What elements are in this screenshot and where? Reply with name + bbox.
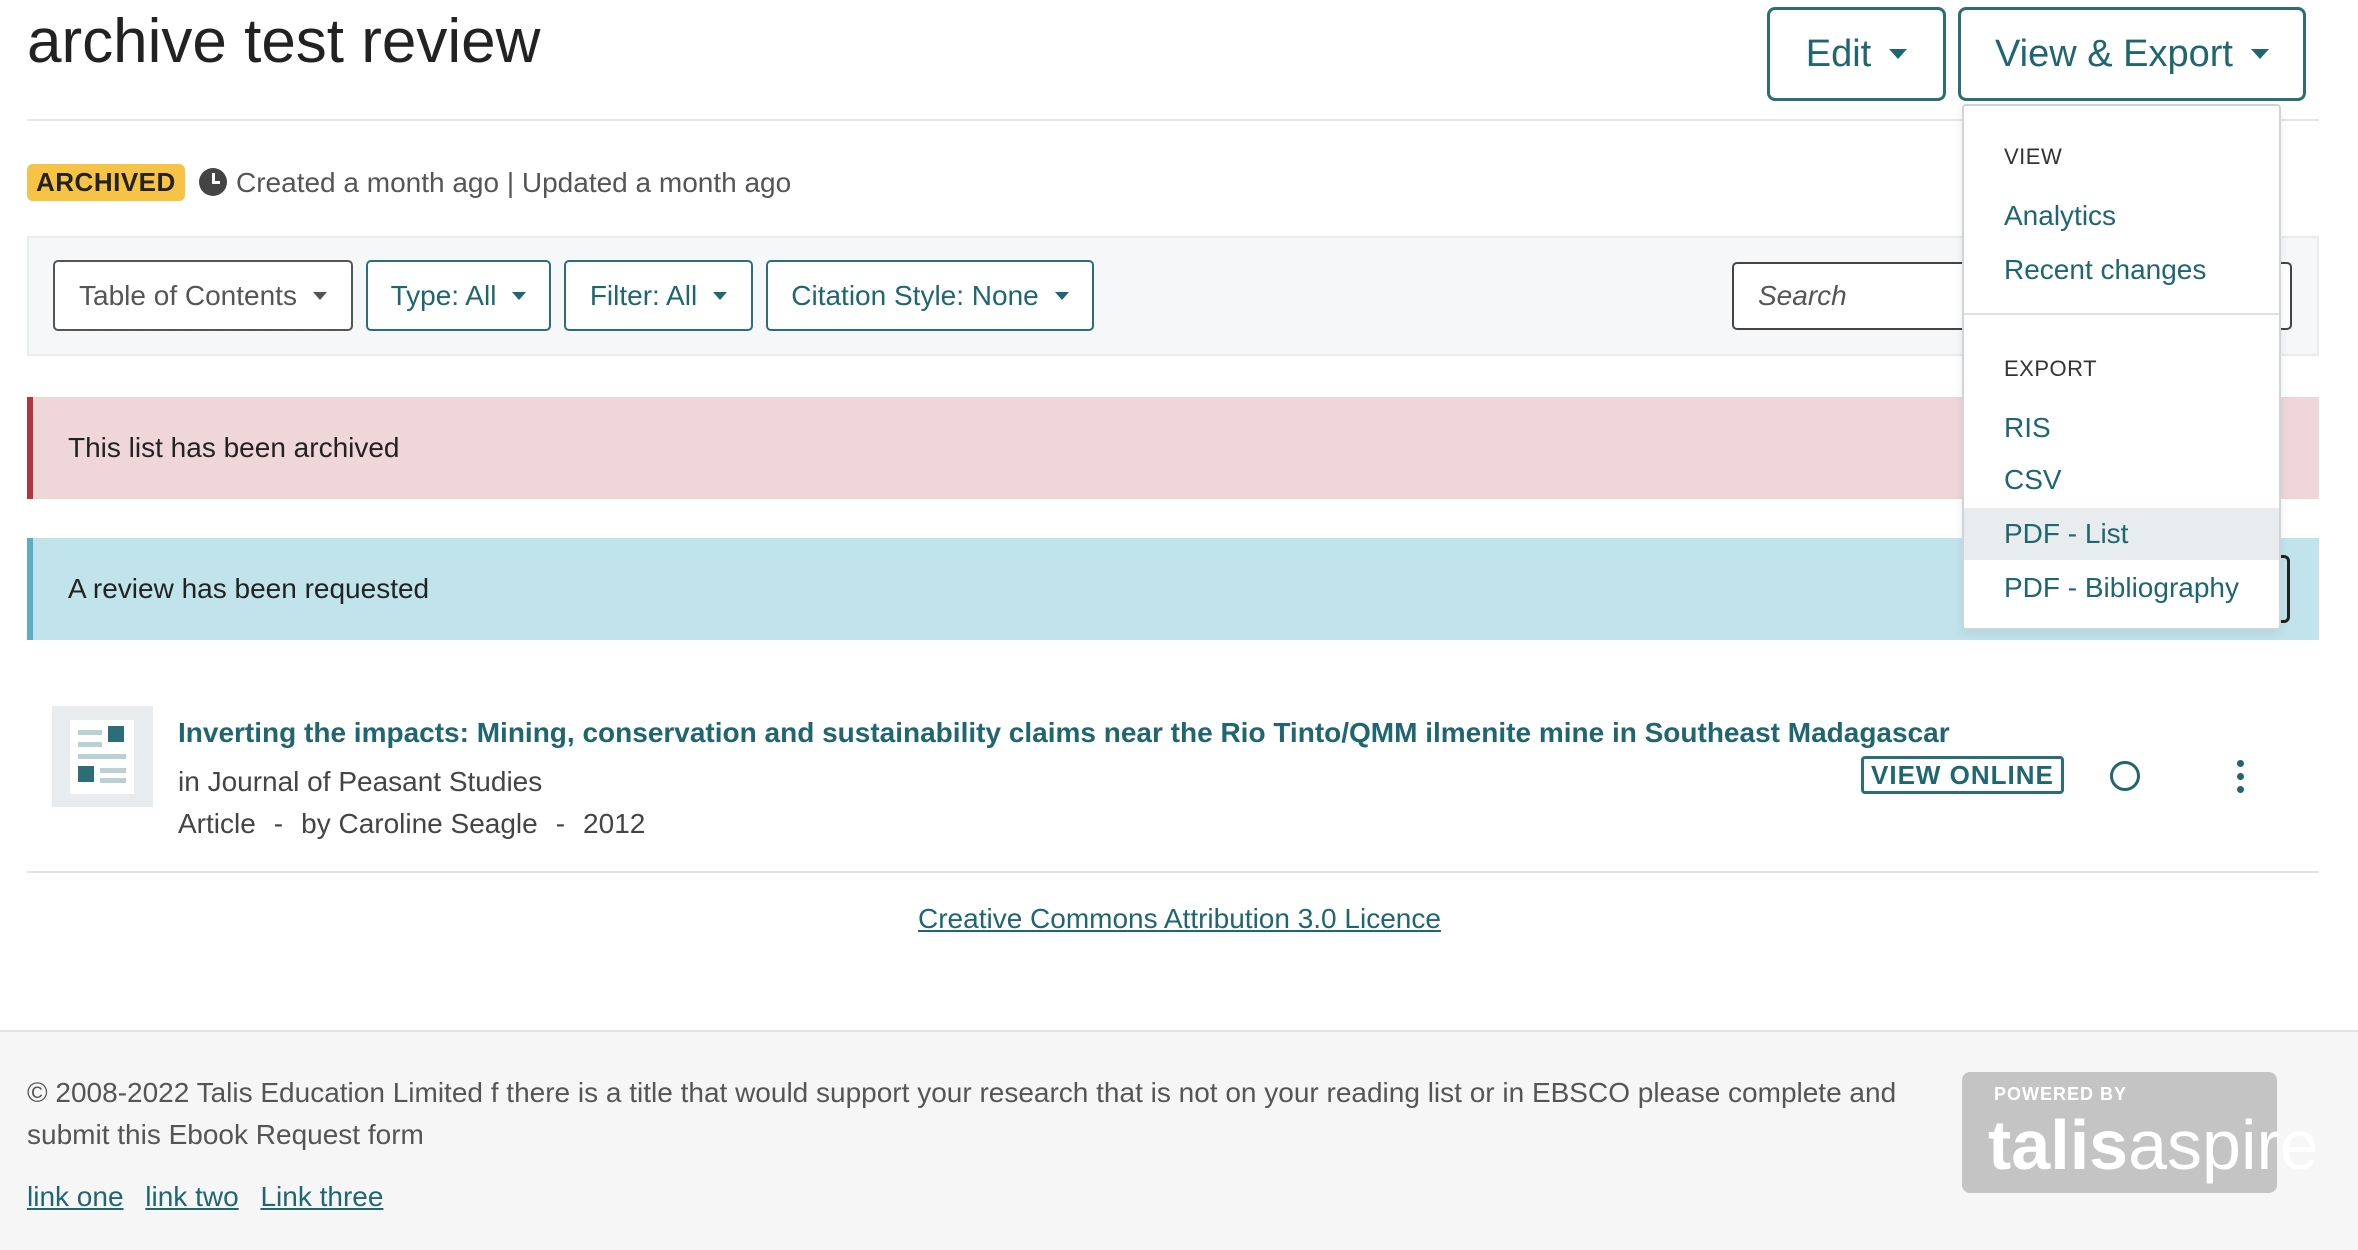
review-alert-text: A review has been requested	[68, 573, 430, 604]
menu-item-csv[interactable]: CSV	[1964, 454, 2279, 506]
clock-icon	[199, 168, 227, 196]
footer-link-two[interactable]: link two	[145, 1181, 238, 1212]
item-year: 2012	[583, 808, 646, 839]
item-author: by Caroline Seagle	[301, 808, 538, 839]
menu-item-recent-changes[interactable]: Recent changes	[1964, 244, 2279, 296]
type-filter-button[interactable]: Type: All	[366, 260, 551, 331]
footer-link-three[interactable]: Link three	[260, 1181, 383, 1212]
item-title-link[interactable]: Inverting the impacts: Mining, conservat…	[178, 713, 1950, 753]
citation-style-label: Citation Style: None	[791, 279, 1039, 311]
item-meta: Article - by Caroline Seagle -2012	[178, 808, 646, 839]
menu-item-pdf-bibliography[interactable]: PDF - Bibliography	[1964, 562, 2279, 614]
logo-wordmark: talisaspire	[1988, 1106, 2319, 1184]
edit-button-label: Edit	[1805, 32, 1872, 75]
menu-item-pdf-list[interactable]: PDF - List	[1964, 508, 2279, 560]
view-online-button[interactable]: VIEW ONLINE	[1861, 756, 2064, 794]
edit-button[interactable]: Edit	[1767, 7, 1946, 101]
archived-alert-text: This list has been archived	[68, 432, 400, 463]
menu-item-analytics[interactable]: Analytics	[1964, 190, 2279, 242]
more-options-icon[interactable]	[2230, 758, 2250, 796]
article-thumbnail-icon	[52, 706, 153, 807]
view-export-button[interactable]: View & Export	[1958, 7, 2306, 101]
item-journal: in Journal of Peasant Studies	[178, 766, 543, 797]
table-of-contents-label: Table of Contents	[79, 279, 297, 311]
item-divider	[27, 871, 2319, 873]
footer-links: link one link two Link three	[27, 1177, 397, 1217]
page-title: archive test review	[27, 7, 541, 76]
chevron-down-icon	[1889, 49, 1908, 59]
licence-link[interactable]: Creative Commons Attribution 3.0 Licence	[918, 899, 1441, 939]
view-export-dropdown: VIEW Analytics Recent changes EXPORT RIS…	[1962, 104, 2281, 630]
table-of-contents-button[interactable]: Table of Contents	[53, 260, 353, 331]
chevron-down-icon	[512, 291, 527, 300]
timestamps: Created a month ago | Updated a month ag…	[236, 167, 792, 198]
view-export-button-label: View & Export	[1995, 32, 2233, 75]
chevron-down-icon	[2250, 49, 2269, 59]
footer-link-one[interactable]: link one	[27, 1181, 124, 1212]
talis-aspire-logo: POWERED BY talisaspire	[1962, 1072, 2319, 1193]
citation-style-button[interactable]: Citation Style: None	[766, 260, 1094, 331]
type-filter-label: Type: All	[390, 279, 497, 311]
menu-item-ris[interactable]: RIS	[1964, 402, 2279, 454]
item-type: Article	[178, 808, 256, 839]
filter-label: Filter: All	[589, 279, 698, 311]
dropdown-export-header: EXPORT	[2004, 356, 2098, 381]
chevron-down-icon	[1054, 291, 1069, 300]
dropdown-view-header: VIEW	[2004, 144, 2063, 169]
dropdown-divider	[1964, 313, 2279, 315]
mark-read-circle-icon[interactable]	[2110, 761, 2140, 791]
filter-button[interactable]: Filter: All	[564, 260, 753, 331]
chevron-down-icon	[713, 291, 728, 300]
chevron-down-icon	[312, 291, 327, 300]
status-badge: ARCHIVED	[27, 164, 185, 201]
footer-copyright: © 2008-2022 Talis Education Limited f th…	[27, 1077, 1897, 1150]
